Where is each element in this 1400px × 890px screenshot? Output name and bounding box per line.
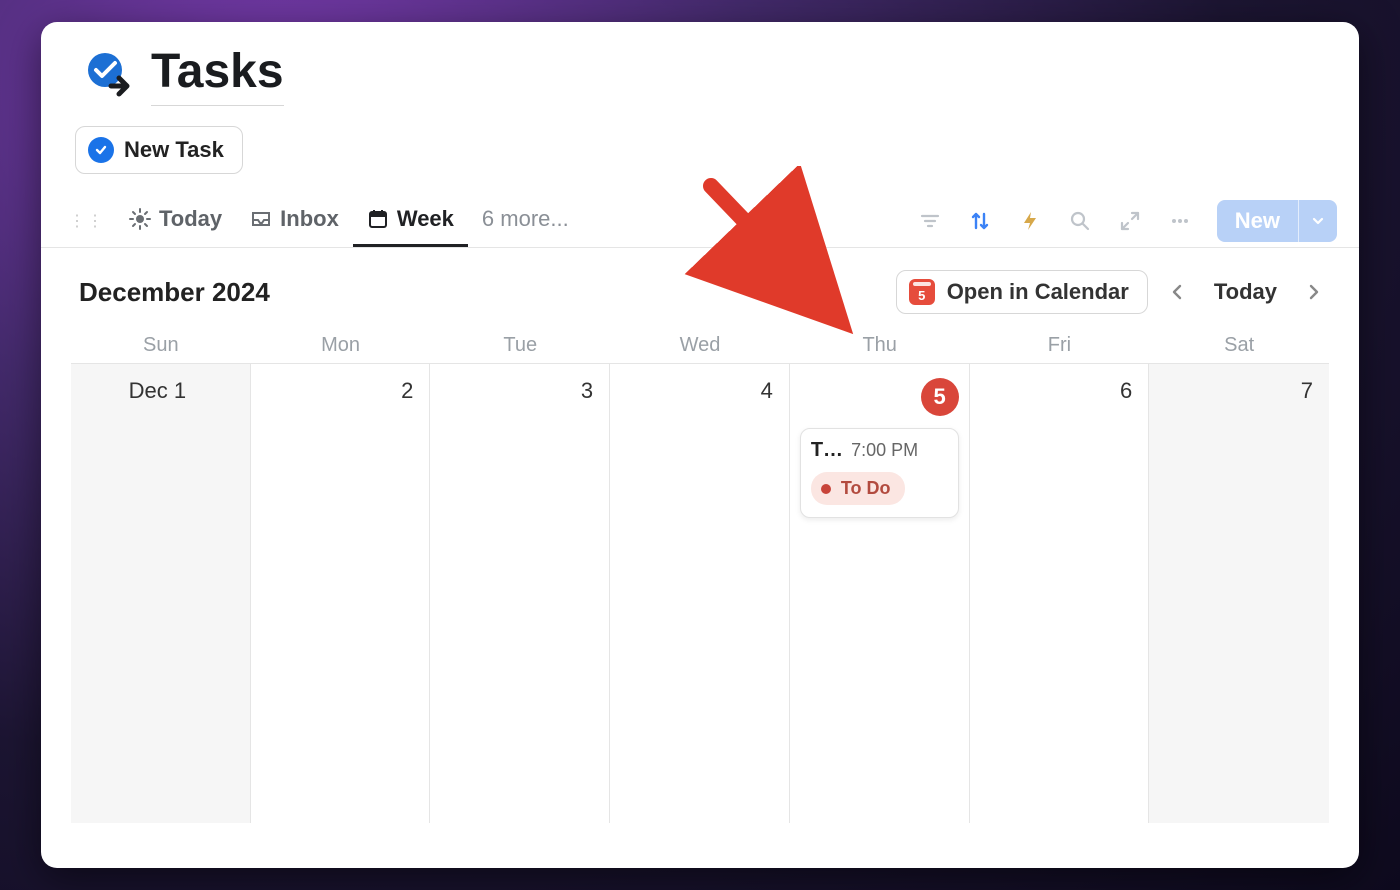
date-number: 3	[440, 378, 599, 404]
day-header: Tue	[430, 334, 610, 357]
new-button-label: New	[1217, 200, 1299, 242]
day-cell[interactable]: 7	[1149, 364, 1329, 823]
sun-icon	[129, 208, 151, 230]
event-status-badge: To Do	[811, 472, 905, 505]
today-button[interactable]: Today	[1206, 279, 1285, 305]
week-grid: Dec 1 2 3 4 5 T… 7:00 PM To Do	[71, 363, 1329, 823]
search-icon[interactable]	[1067, 208, 1093, 234]
open-in-calendar-label: Open in Calendar	[947, 279, 1129, 305]
tab-inbox[interactable]: Inbox	[236, 194, 353, 247]
more-icon[interactable]	[1167, 208, 1193, 234]
event-card[interactable]: T… 7:00 PM To Do	[800, 428, 959, 518]
new-button[interactable]: New	[1217, 200, 1337, 242]
event-time: 7:00 PM	[851, 440, 918, 461]
inbox-icon	[250, 208, 272, 230]
event-title: T…	[811, 439, 843, 462]
day-header: Wed	[610, 334, 790, 357]
next-week-button[interactable]	[1299, 277, 1329, 307]
tab-today[interactable]: Today	[115, 194, 236, 247]
tab-more[interactable]: 6 more...	[468, 194, 583, 247]
day-cell[interactable]: 6	[970, 364, 1150, 823]
expand-icon[interactable]	[1117, 208, 1143, 234]
bolt-icon[interactable]	[1017, 208, 1043, 234]
sort-icon[interactable]	[967, 208, 993, 234]
event-status-label: To Do	[841, 478, 891, 499]
month-label: December 2024	[79, 277, 270, 308]
tab-week-label: Week	[397, 206, 454, 232]
date-number: 4	[620, 378, 779, 404]
tab-inbox-label: Inbox	[280, 206, 339, 232]
chevron-down-icon[interactable]	[1299, 200, 1337, 242]
day-cell[interactable]: Dec 1	[71, 364, 251, 823]
day-cell[interactable]: 2	[251, 364, 431, 823]
new-task-label: New Task	[124, 137, 224, 163]
date-number: 7	[1159, 378, 1319, 404]
day-header: Thu	[790, 334, 970, 357]
today-date-badge: 5	[921, 378, 959, 416]
page-title[interactable]: Tasks	[151, 44, 284, 106]
open-in-calendar-button[interactable]: 5 Open in Calendar	[896, 270, 1148, 314]
day-cell[interactable]: 4	[610, 364, 790, 823]
check-circle-icon	[88, 137, 114, 163]
app-window: Tasks New Task ⋮⋮ Today Inbox	[41, 22, 1359, 868]
day-header: Mon	[251, 334, 431, 357]
new-task-button[interactable]: New Task	[75, 126, 243, 174]
date-number: Dec 1	[81, 378, 240, 404]
calendar-app-icon: 5	[909, 279, 935, 305]
day-cell[interactable]: 5 T… 7:00 PM To Do	[790, 364, 970, 823]
day-cell[interactable]: 3	[430, 364, 610, 823]
day-headers: Sun Mon Tue Wed Thu Fri Sat	[41, 328, 1359, 363]
day-header: Sat	[1149, 334, 1329, 357]
day-header: Fri	[970, 334, 1150, 357]
drag-handle-icon[interactable]: ⋮⋮	[69, 211, 105, 231]
filter-icon[interactable]	[917, 208, 943, 234]
tab-week[interactable]: Week	[353, 194, 468, 247]
tasks-app-icon	[85, 52, 131, 98]
day-header: Sun	[71, 334, 251, 357]
status-dot-icon	[821, 484, 831, 494]
tab-more-label: 6 more...	[482, 206, 569, 232]
date-number: 2	[261, 378, 420, 404]
prev-week-button[interactable]	[1162, 277, 1192, 307]
tab-today-label: Today	[159, 206, 222, 232]
view-tabs: ⋮⋮ Today Inbox Week 6 more...	[41, 192, 1359, 248]
date-number: 6	[980, 378, 1139, 404]
calendar-icon	[367, 208, 389, 230]
